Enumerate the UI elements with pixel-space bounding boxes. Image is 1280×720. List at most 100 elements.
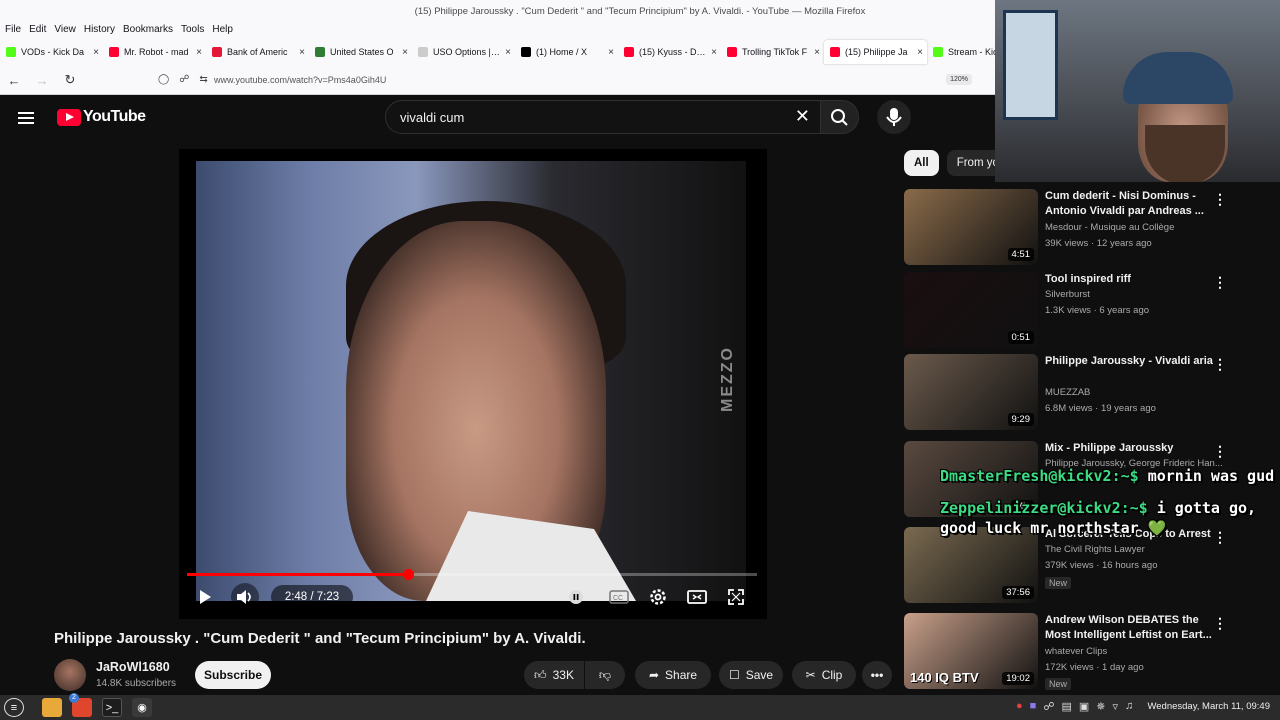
video-thumbnail[interactable]: 4:51 xyxy=(904,189,1038,265)
recommendation-item[interactable]: 9:29 Philippe Jaroussky - Vivaldi aria MUE… xyxy=(904,354,1280,432)
channel-name[interactable]: JaRoWl1680 xyxy=(96,660,170,674)
browser-tab[interactable]: (15) Kyuss - Dem × xyxy=(618,40,721,64)
recommendation-item[interactable]: 0:51 Tool inspired riff Silverburst 1.3K vi… xyxy=(904,272,1280,350)
record-icon[interactable]: ● xyxy=(1016,700,1023,713)
subscribe-button[interactable]: Subscribe xyxy=(195,661,271,689)
browser-tab[interactable]: Bank of Americ × xyxy=(206,40,309,64)
more-vertical-icon[interactable]: ⋮ xyxy=(1213,191,1227,208)
recommendation-item[interactable]: 140 IQ BTV 19:02 Andrew Wilson DEBATES the… xyxy=(904,613,1280,691)
menu-bookmarks[interactable]: Bookmarks xyxy=(119,22,177,38)
browser-tab[interactable]: United States O × xyxy=(309,40,412,64)
menu-view[interactable]: View xyxy=(50,22,80,38)
recommendation-channel[interactable]: whatever Clips xyxy=(1045,646,1107,657)
menu-history[interactable]: History xyxy=(80,22,119,38)
browser-tab[interactable]: USO Options | Robi× xyxy=(412,40,515,64)
tab-close-icon[interactable]: × xyxy=(917,47,923,58)
tab-close-icon[interactable]: × xyxy=(608,47,614,58)
browser-tab[interactable]: (1) Home / X × xyxy=(515,40,618,64)
recommendation-item[interactable]: 4:51 Cum dederit - Nisi Dominus - Antonio… xyxy=(904,189,1280,267)
autoplay-toggle[interactable] xyxy=(565,583,587,611)
more-actions-button[interactable]: ••• xyxy=(862,661,892,689)
dislike-button[interactable]: 👎︎ xyxy=(585,661,625,689)
bluetooth-icon[interactable]: ✵ xyxy=(1096,700,1105,713)
volume-button[interactable] xyxy=(231,583,259,611)
display-icon[interactable]: ▣ xyxy=(1079,700,1089,713)
recommendation-title[interactable]: Mix - Philippe Jaroussky xyxy=(1045,441,1225,456)
tab-close-icon[interactable]: × xyxy=(196,47,202,58)
video-thumbnail[interactable]: 140 IQ BTV 19:02 xyxy=(904,613,1038,689)
youtube-logo[interactable]: YouTube xyxy=(57,108,146,126)
recommendation-title[interactable]: Andrew Wilson DEBATES the Most Intellige… xyxy=(1045,613,1225,643)
video-thumbnail[interactable]: 37:56 xyxy=(904,527,1038,603)
progress-bar[interactable] xyxy=(187,569,757,580)
tab-close-icon[interactable]: × xyxy=(402,47,408,58)
chip-all[interactable]: All xyxy=(904,150,939,176)
clock[interactable]: Wednesday, March 11, 09:49 xyxy=(1147,701,1270,712)
like-button[interactable]: 👍︎ 33K xyxy=(524,661,584,689)
browser-tab[interactable]: Mr. Robot - mad × xyxy=(103,40,206,64)
recommendation-item[interactable]: 37:56 Al Sorcerer Tells Cops to Arrest The… xyxy=(904,527,1280,605)
browser-tab[interactable]: Trolling TikTok F × xyxy=(721,40,824,64)
start-menu-icon[interactable]: ≡ xyxy=(4,698,24,717)
back-button[interactable]: ← xyxy=(0,66,28,94)
reload-button[interactable]: ↻ xyxy=(56,66,84,94)
permissions-icon[interactable]: ⇆ xyxy=(199,74,207,85)
save-button[interactable]: ☐ Save xyxy=(719,661,783,689)
clip-label: Clip xyxy=(821,668,843,682)
video-thumbnail[interactable]: 9:29 xyxy=(904,354,1038,430)
captions-button[interactable]: CC xyxy=(607,583,631,611)
clipboard-icon[interactable]: ▤ xyxy=(1061,700,1071,713)
video-player[interactable]: MEZZO 2:48 / 7:23 CC xyxy=(179,149,767,619)
video-frame[interactable]: MEZZO xyxy=(196,161,746,601)
lock-icon[interactable]: ☍ xyxy=(179,74,189,85)
recommendation-title[interactable]: Tool inspired riff xyxy=(1045,272,1225,287)
more-vertical-icon[interactable]: ⋮ xyxy=(1213,615,1227,632)
video-thumbnail[interactable]: 0:51 xyxy=(904,272,1038,348)
browser-tab[interactable]: VODs - Kick Da × xyxy=(0,40,103,64)
clear-search-icon[interactable]: ✕ xyxy=(795,106,810,127)
recommendation-channel[interactable]: MUEZZAB xyxy=(1045,387,1090,398)
recommendation-channel[interactable]: Mesdour - Musique au Collège xyxy=(1045,222,1174,233)
tab-close-icon[interactable]: × xyxy=(814,47,820,58)
tab-close-icon[interactable]: × xyxy=(505,47,511,58)
tab-close-icon[interactable]: × xyxy=(299,47,305,58)
firefox-icon[interactable]: 2 xyxy=(69,693,92,717)
files-icon[interactable] xyxy=(42,698,62,717)
recommendation-channel[interactable]: The Civil Rights Lawyer xyxy=(1045,544,1145,555)
wifi-icon[interactable]: ▿ xyxy=(1112,700,1118,713)
menu-tools[interactable]: Tools xyxy=(177,22,208,38)
terminal-icon[interactable]: >_ xyxy=(102,698,122,717)
menu-help[interactable]: Help xyxy=(208,22,237,38)
search-box[interactable]: vivaldi cum ✕ xyxy=(385,100,821,134)
volume-tray-icon[interactable]: ♫ xyxy=(1125,700,1133,713)
tab-close-icon[interactable]: × xyxy=(711,47,717,58)
play-button[interactable] xyxy=(193,583,217,611)
theater-mode-button[interactable] xyxy=(685,583,709,611)
more-vertical-icon[interactable]: ⋮ xyxy=(1213,443,1227,460)
shield-icon[interactable]: ◯ xyxy=(158,74,169,85)
recommendation-title[interactable]: Philippe Jaroussky - Vivaldi aria xyxy=(1045,354,1225,369)
more-vertical-icon[interactable]: ⋮ xyxy=(1213,274,1227,291)
menu-icon[interactable] xyxy=(18,109,40,127)
channel-avatar[interactable] xyxy=(54,659,86,691)
zoom-level[interactable]: 120% xyxy=(946,74,972,85)
settings-button[interactable] xyxy=(646,583,670,611)
menu-edit[interactable]: Edit xyxy=(25,22,50,38)
forward-button[interactable]: → xyxy=(28,66,56,94)
search-input[interactable]: vivaldi cum xyxy=(400,110,464,125)
browser-tab[interactable]: (15) Philippe Ja × xyxy=(824,40,927,64)
voice-search-button[interactable] xyxy=(877,100,911,134)
search-button[interactable] xyxy=(821,100,859,134)
recommendation-channel[interactable]: Silverburst xyxy=(1045,289,1090,300)
obs-icon[interactable]: ◉ xyxy=(132,698,152,717)
url-bar[interactable]: www.youtube.com/watch?v=Pms4a0Gih4U 120% xyxy=(152,69,972,91)
share-button[interactable]: ➦ Share xyxy=(635,661,711,689)
menu-file[interactable]: File xyxy=(0,22,25,38)
discord-icon[interactable]: ■ xyxy=(1030,700,1037,713)
tab-close-icon[interactable]: × xyxy=(93,47,99,58)
fullscreen-button[interactable] xyxy=(724,583,748,611)
more-vertical-icon[interactable]: ⋮ xyxy=(1213,356,1227,373)
lock-tray-icon[interactable]: ☍ xyxy=(1043,700,1054,713)
clip-button[interactable]: ✂ Clip xyxy=(792,661,856,689)
recommendation-title[interactable]: Cum dederit - Nisi Dominus - Antonio Viv… xyxy=(1045,189,1225,219)
